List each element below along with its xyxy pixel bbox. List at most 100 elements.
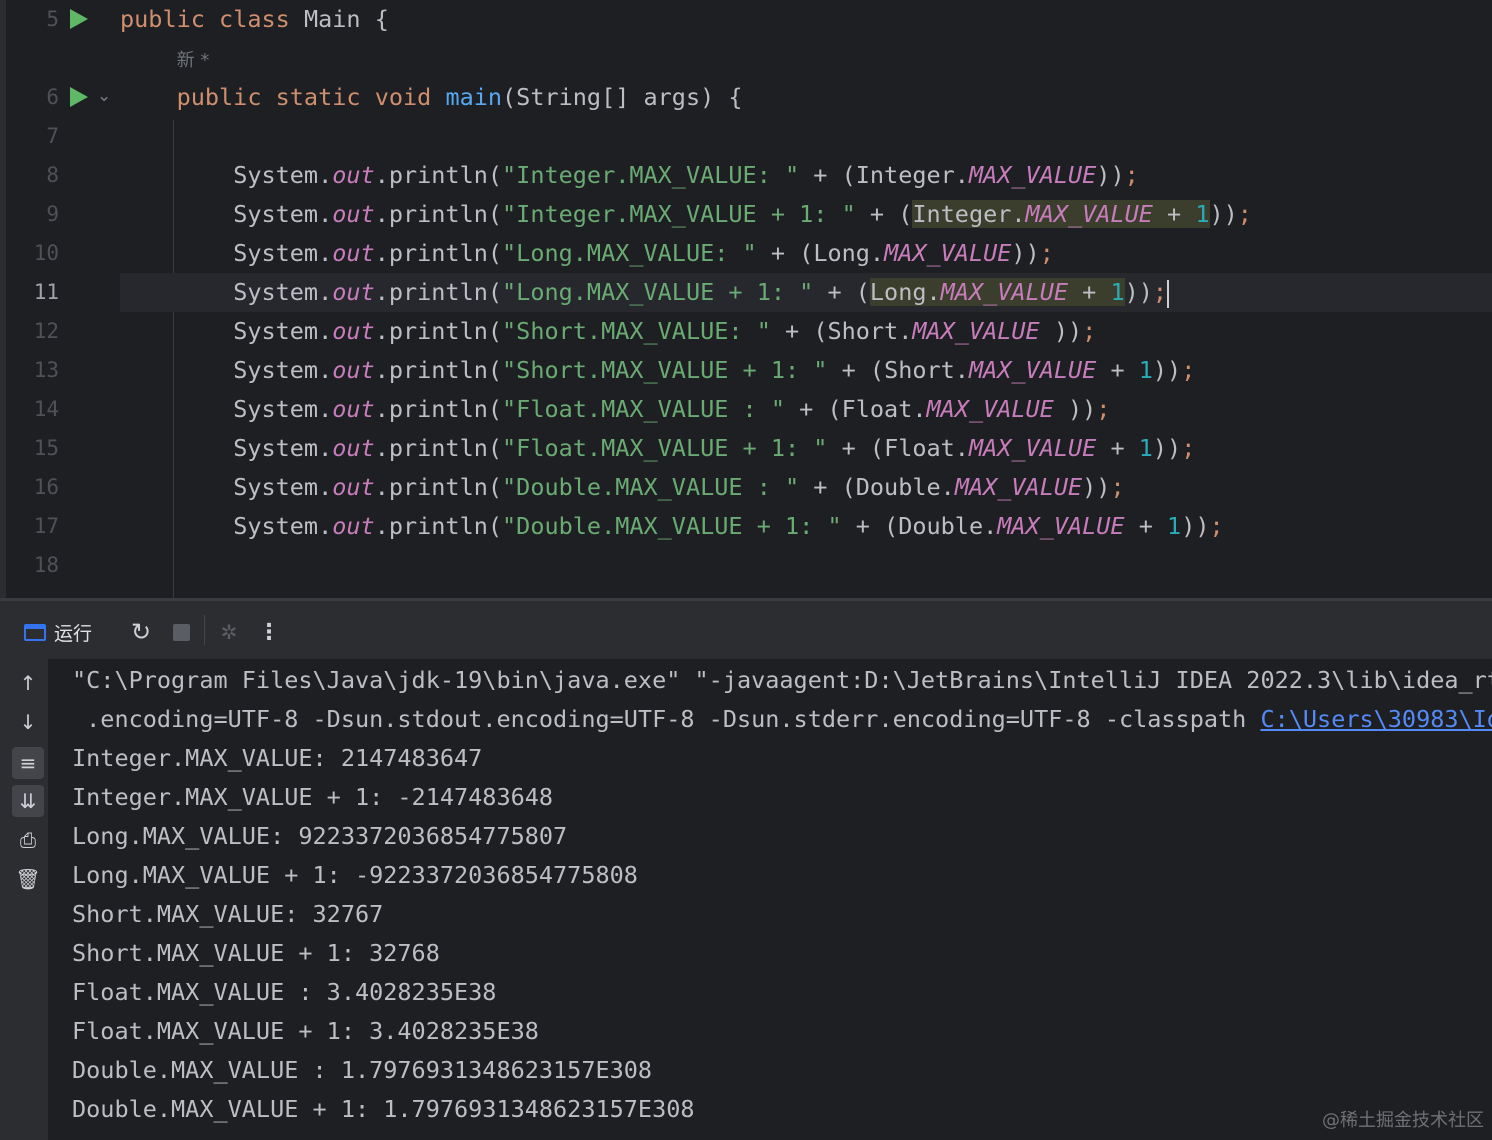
highlighted-expression: Long.MAX_VALUE + 1 xyxy=(869,278,1125,306)
semicolon: ; xyxy=(1237,200,1252,228)
trash-icon[interactable]: 🗑 xyxy=(12,863,44,895)
operator: + xyxy=(1152,200,1196,228)
code-line[interactable]: public class Main { xyxy=(120,0,1492,39)
down-arrow-icon[interactable]: ↓ xyxy=(12,706,44,738)
line-number: 12 xyxy=(33,319,59,343)
classpath-link[interactable]: C:\Users\30983\Ide xyxy=(1260,705,1492,733)
code-line[interactable]: System.out.println("Short.MAX_VALUE + 1:… xyxy=(120,351,1492,390)
paren: )) xyxy=(1096,161,1125,189)
command-line: "C:\Program Files\Java\jdk-19\bin\java.e… xyxy=(72,666,1492,694)
output-line: Short.MAX_VALUE + 1: 32768 xyxy=(72,939,440,967)
line-number: 9 xyxy=(46,202,59,226)
object: System. xyxy=(233,434,333,462)
gutter-line: 10 xyxy=(6,234,118,273)
string-literal: "Long.MAX_VALUE + 1: " xyxy=(502,278,814,306)
method-call: .println( xyxy=(374,278,503,306)
method-call: .println( xyxy=(374,512,503,540)
constant: MAX_VALUE xyxy=(968,356,1097,384)
constant: MAX_VALUE xyxy=(912,317,1040,345)
print-icon[interactable]: ⎙ xyxy=(12,824,44,856)
code-line[interactable]: public static void main(String[] args) { xyxy=(120,78,1492,117)
watermark: @稀土掘金技术社区 xyxy=(1322,1110,1484,1131)
class-ref: Long. xyxy=(813,239,885,267)
run-gutter-icon[interactable] xyxy=(70,9,88,29)
paren: )) xyxy=(1124,278,1153,306)
code-line[interactable]: 新 * xyxy=(120,39,1492,78)
class-ref: Double. xyxy=(855,473,955,501)
semicolon: ; xyxy=(1181,356,1196,384)
line-number: 11 xyxy=(33,280,59,304)
line-number: 5 xyxy=(46,7,59,31)
semicolon: ; xyxy=(1209,512,1224,540)
chevron-down-icon[interactable]: ⌄ xyxy=(97,86,111,106)
semicolon: ; xyxy=(1152,278,1168,306)
code-line[interactable]: System.out.println("Double.MAX_VALUE : "… xyxy=(120,468,1492,507)
paren: ( xyxy=(869,356,885,384)
string-literal: "Float.MAX_VALUE + 1: " xyxy=(502,434,828,462)
console-side-toolbar: ↑ ↓ ≡ ⇊ ⎙ 🗑 xyxy=(6,659,48,1140)
code-line[interactable]: System.out.println("Integer.MAX_VALUE: "… xyxy=(120,156,1492,195)
code-line[interactable]: System.out.println("Long.MAX_VALUE: " + … xyxy=(120,234,1492,273)
method-call: .println( xyxy=(374,317,503,345)
gutter-line xyxy=(6,39,118,78)
code-area[interactable]: public class Main { 新 * public static vo… xyxy=(120,0,1492,598)
code-line[interactable] xyxy=(120,117,1492,156)
number-literal: 1 xyxy=(1138,434,1153,462)
static-field: out xyxy=(332,317,375,345)
method-call: .println( xyxy=(374,395,503,423)
stop-icon[interactable] xyxy=(166,617,196,647)
run-tab[interactable]: 运行 xyxy=(24,619,92,645)
code-line[interactable]: System.out.println("Short.MAX_VALUE: " +… xyxy=(120,312,1492,351)
debug-icon[interactable]: ✲ xyxy=(214,617,244,647)
constant: MAX_VALUE xyxy=(926,395,1054,423)
gutter-line: 6 ⌄ xyxy=(6,78,118,117)
keyword: class xyxy=(219,5,290,33)
code-line[interactable]: System.out.println("Float.MAX_VALUE + 1:… xyxy=(120,429,1492,468)
operator: + xyxy=(813,278,856,306)
object: System. xyxy=(233,356,333,384)
author-inlay-hint: 新 * xyxy=(176,50,210,71)
code-line[interactable]: System.out.println("Integer.MAX_VALUE + … xyxy=(120,195,1492,234)
semicolon: ; xyxy=(1124,161,1139,189)
console-icon xyxy=(24,623,46,641)
paren: )) xyxy=(1011,239,1040,267)
class-ref: Short. xyxy=(827,317,913,345)
paren: )) xyxy=(1152,434,1182,462)
soft-wrap-icon[interactable]: ≡ xyxy=(12,747,44,779)
line-number: 8 xyxy=(46,163,59,187)
console-output[interactable]: "C:\Program Files\Java\jdk-19\bin\java.e… xyxy=(48,659,1492,1140)
code-editor[interactable]: 5 6 ⌄ 7 8 9 10 11 12 13 14 15 16 17 18 public class Ma… xyxy=(0,0,1492,598)
paren: )) xyxy=(1039,317,1083,345)
code-line[interactable]: System.out.println("Float.MAX_VALUE : " … xyxy=(120,390,1492,429)
paren: ( xyxy=(813,317,828,345)
line-number: 10 xyxy=(33,241,59,265)
output-line: Short.MAX_VALUE: 32767 xyxy=(72,900,384,928)
up-arrow-icon[interactable]: ↑ xyxy=(12,667,44,699)
method-call: .println( xyxy=(374,473,503,501)
code-line[interactable]: System.out.println("Long.MAX_VALUE + 1: … xyxy=(120,273,1492,312)
more-icon[interactable]: ⋮ xyxy=(254,617,284,647)
output-line: Integer.MAX_VALUE + 1: -2147483648 xyxy=(72,783,554,811)
rerun-icon[interactable]: ↻ xyxy=(126,617,156,647)
string-literal: "Integer.MAX_VALUE: " xyxy=(502,161,800,189)
operator: + xyxy=(799,161,842,189)
paren: )) xyxy=(1053,395,1097,423)
scroll-to-end-icon[interactable]: ⇊ xyxy=(12,785,44,817)
run-gutter-icon[interactable] xyxy=(70,87,88,107)
static-field: out xyxy=(332,512,375,540)
toolbar-separator xyxy=(204,615,205,645)
gutter-line: 13 xyxy=(6,351,118,390)
method-call: .println( xyxy=(374,356,503,384)
operator: + xyxy=(756,239,800,267)
code-line[interactable] xyxy=(120,546,1492,585)
code-line[interactable]: System.out.println("Double.MAX_VALUE + 1… xyxy=(120,507,1492,546)
paren: ( xyxy=(841,473,856,501)
